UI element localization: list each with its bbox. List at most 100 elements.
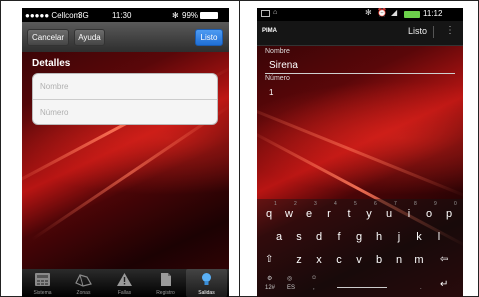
key-s[interactable]: s (289, 231, 309, 243)
soft-keyboard: 1 2 3 4 5 6 7 8 9 0 q w e r t y u i o p … (257, 199, 463, 297)
key-d[interactable]: d (309, 231, 329, 243)
app-logo: PIMA (262, 28, 277, 34)
number-field[interactable]: 1 (269, 88, 273, 97)
usb-icon: ⌂ (273, 9, 278, 16)
key-hint: 3 (314, 201, 317, 207)
key-hint: 4 (334, 201, 337, 207)
enter-icon[interactable]: ↵ (440, 279, 448, 290)
tab-label: Fallas (117, 290, 132, 296)
key-n[interactable]: n (389, 254, 409, 266)
battery-percent: 99% (182, 10, 199, 20)
key-a[interactable]: a (269, 231, 289, 243)
tab-fallas[interactable]: Fallas (104, 269, 145, 297)
key-q[interactable]: q (259, 208, 279, 220)
bluetooth-icon: ✻ (172, 10, 179, 20)
overflow-menu-icon[interactable]: ⋮ (445, 25, 455, 36)
key-b[interactable]: b (369, 254, 389, 266)
android-screenshot: ⌂ ✻ ⏰ ◢ 11:12 PIMA Listo ⋮ Nombre Sirena… (257, 8, 463, 297)
key-c[interactable]: c (329, 254, 349, 266)
key-r[interactable]: r (319, 208, 339, 220)
key-hint: 6 (374, 201, 377, 207)
name-label: Nombre (265, 48, 290, 55)
key-z[interactable]: z (289, 254, 309, 266)
cancel-button[interactable]: Cancelar (27, 29, 69, 46)
details-form: Nombre Número (32, 73, 218, 125)
document-icon (161, 273, 171, 286)
period-key[interactable]: . (420, 285, 422, 291)
language-key[interactable]: ES (287, 285, 295, 291)
globe-icon[interactable]: ◎ (287, 275, 292, 282)
name-field[interactable]: Sirena (269, 60, 298, 71)
number-field[interactable]: Número (33, 100, 217, 125)
key-m[interactable]: m (409, 254, 429, 266)
key-x[interactable]: x (309, 254, 329, 266)
section-title: Detalles (32, 58, 71, 69)
android-action-bar: PIMA Listo ⋮ (257, 21, 463, 46)
key-hint: 5 (354, 201, 357, 207)
key-v[interactable]: v (349, 254, 369, 266)
key-o[interactable]: o (419, 208, 439, 220)
key-hint: 2 (294, 201, 297, 207)
done-button[interactable]: Listo (408, 26, 427, 36)
name-field[interactable]: Nombre (33, 74, 217, 99)
key-i[interactable]: i (399, 208, 419, 220)
done-button[interactable]: Listo (195, 29, 223, 46)
tab-label: Sistema (33, 290, 52, 296)
lightbulb-icon (202, 273, 211, 285)
key-t[interactable]: t (339, 208, 359, 220)
space-bar[interactable] (337, 287, 387, 288)
battery-icon (404, 11, 420, 18)
tab-bar: Sistema Zonas Fallas Registro Salidas (22, 269, 229, 297)
backspace-icon[interactable]: ⇦ (440, 254, 448, 265)
tab-zonas[interactable]: Zonas (63, 269, 104, 297)
tab-salidas[interactable]: Salidas (186, 269, 227, 297)
comma-key[interactable]: , (313, 285, 315, 291)
name-underline (265, 73, 455, 74)
key-j[interactable]: j (389, 231, 409, 243)
key-hint: 7 (394, 201, 397, 207)
tab-sistema[interactable]: Sistema (22, 269, 63, 297)
divider (433, 26, 434, 38)
alarm-icon: ⏰ (377, 8, 387, 17)
key-k[interactable]: k (409, 231, 429, 243)
ios-status-bar: ●●●●● Cellcom 3G 11:30 ✻ 99% (22, 8, 229, 22)
android-status-bar: ⌂ ✻ ⏰ ◢ 11:12 (257, 8, 463, 21)
tab-label: Registro (156, 290, 175, 296)
key-g[interactable]: g (349, 231, 369, 243)
carrier-label: ●●●●● Cellcom (25, 10, 81, 20)
network-label: 3G (78, 10, 89, 20)
tab-registro[interactable]: Registro (145, 269, 186, 297)
emoji-icon[interactable]: ☺ (311, 275, 317, 281)
key-y[interactable]: y (359, 208, 379, 220)
key-f[interactable]: f (329, 231, 349, 243)
clock: 11:12 (423, 9, 443, 18)
ios-screenshot: ●●●●● Cellcom 3G 11:30 ✻ 99% Cancelar Ay… (22, 8, 229, 297)
key-hint: 0 (454, 201, 457, 207)
key-w[interactable]: w (279, 208, 299, 220)
map-icon (75, 274, 92, 287)
key-h[interactable]: h (369, 231, 389, 243)
background-streak (257, 98, 463, 199)
key-hint: 1 (274, 201, 277, 207)
shift-icon[interactable]: ⇧ (265, 254, 273, 265)
number-label: Número (265, 75, 290, 82)
screen-icon (261, 10, 270, 17)
calculator-icon (35, 273, 50, 286)
help-button[interactable]: Ayuda (74, 29, 105, 46)
settings-icon[interactable]: ⚙ (267, 275, 272, 282)
key-hint: 9 (434, 201, 437, 207)
key-hint: 8 (414, 201, 417, 207)
key-u[interactable]: u (379, 208, 399, 220)
clock: 11:30 (112, 10, 132, 20)
key-e[interactable]: e (299, 208, 319, 220)
tab-label: Zonas (76, 290, 91, 296)
bluetooth-icon: ✻ (365, 8, 372, 17)
key-l[interactable]: l (429, 231, 449, 243)
warning-icon (117, 273, 132, 286)
key-p[interactable]: p (439, 208, 459, 220)
ios-navigation-bar: Cancelar Ayuda Listo (22, 22, 229, 52)
signal-icon: ◢ (391, 8, 398, 17)
tab-label: Salidas (198, 290, 215, 296)
symbols-key[interactable]: 12# (265, 285, 275, 291)
battery-icon (200, 12, 218, 19)
